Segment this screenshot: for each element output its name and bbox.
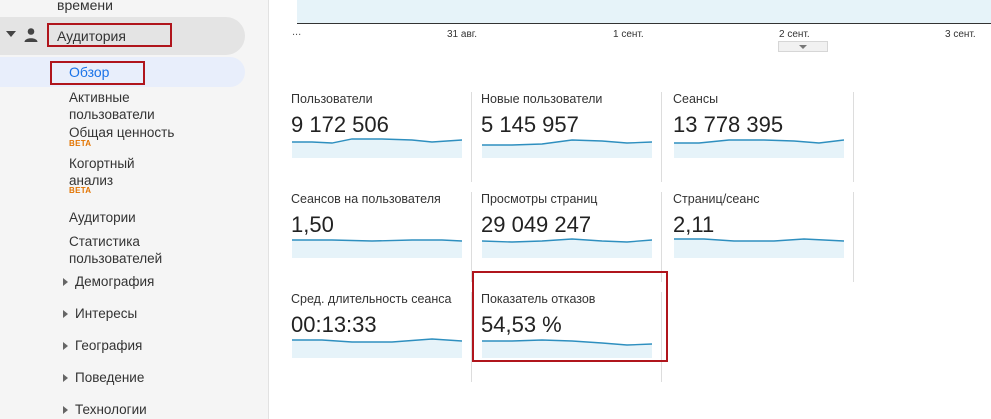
sparkline (482, 238, 652, 258)
beta-badge: BETA (69, 186, 92, 195)
metric-avg-session-duration[interactable]: Сред. длительность сеанса 00:13:33 (291, 292, 472, 382)
axis-tick-label: 31 авг. (447, 29, 477, 40)
sparkline (292, 338, 462, 358)
metric-title: Пользователи (291, 92, 373, 106)
metric-title: Сеансы (673, 92, 719, 106)
axis-tick-label: 3 сент. (945, 29, 976, 40)
caret-down-icon[interactable] (6, 31, 16, 37)
expand-arrow-icon[interactable] (63, 278, 68, 286)
axis-ellipsis: ... (292, 26, 302, 38)
metric-users[interactable]: Пользователи 9 172 506 (291, 92, 472, 182)
metric-title: Страниц/сеанс (673, 192, 760, 206)
beta-badge: BETA (69, 139, 92, 148)
metric-title: Новые пользователи (481, 92, 603, 106)
sparkline (292, 239, 462, 258)
chevron-down-icon (799, 45, 807, 49)
sparkline (674, 238, 844, 258)
metric-title: Сред. длительность сеанса (291, 292, 452, 306)
sidebar-item-technology[interactable]: Технологии (75, 402, 147, 417)
axis-tick-label: 2 сент. (779, 29, 810, 40)
metric-value: 13 778 395 (673, 112, 784, 137)
metric-title: Сеансов на пользователя (291, 192, 441, 206)
metric-sessions-per-user[interactable]: Сеансов на пользователя 1,50 (291, 192, 472, 282)
metric-new-users[interactable]: Новые пользователи 5 145 957 (481, 92, 662, 182)
metric-value: 9 172 506 (291, 112, 389, 137)
sidebar-item-active-users[interactable]: Активные пользователи (69, 89, 189, 123)
sidebar-item-demographics[interactable]: Демография (75, 274, 154, 289)
sidebar-item-behavior[interactable]: Поведение (75, 370, 144, 385)
metric-pageviews[interactable]: Просмотры страниц 29 049 247 (481, 192, 662, 282)
metric-value: 2,11 (673, 212, 715, 237)
expand-arrow-icon[interactable] (63, 310, 68, 318)
collapse-chart-button[interactable] (778, 41, 828, 52)
metric-value: 00:13:33 (291, 312, 377, 337)
metric-pages-per-session[interactable]: Страниц/сеанс 2,11 (673, 192, 854, 282)
sidebar-item-user-explorer[interactable]: Статистика пользователей (69, 233, 189, 267)
highlight-box-overview (50, 61, 145, 85)
overview-chart-area (297, 0, 991, 23)
person-icon (24, 28, 38, 42)
sidebar-item-interests[interactable]: Интересы (75, 306, 137, 321)
chart-x-axis (297, 23, 991, 24)
metric-title: Просмотры страниц (481, 192, 598, 206)
expand-arrow-icon[interactable] (63, 342, 68, 350)
sparkline (482, 139, 652, 158)
axis-tick-label: 1 сент. (613, 29, 644, 40)
highlight-box-audience (47, 23, 172, 47)
metric-sessions[interactable]: Сеансы 13 778 395 (673, 92, 854, 182)
metric-value: 5 145 957 (481, 112, 579, 137)
sidebar-item-geo[interactable]: География (75, 338, 142, 353)
metric-value: 29 049 247 (481, 212, 592, 237)
expand-arrow-icon[interactable] (63, 406, 68, 414)
metric-value: 1,50 (291, 212, 334, 237)
sidebar: времени Аудитория Обзор Активные пользов… (0, 0, 269, 419)
sidebar-item-cohort-analysis[interactable]: Когортный анализ (69, 155, 159, 189)
sparkline (292, 138, 462, 158)
sidebar-item-audiences[interactable]: Аудитории (69, 209, 136, 226)
sidebar-item-realtime-tail[interactable]: времени (57, 0, 113, 13)
sparkline (674, 139, 844, 158)
expand-arrow-icon[interactable] (63, 374, 68, 382)
highlight-box-bounce-rate (472, 271, 668, 362)
